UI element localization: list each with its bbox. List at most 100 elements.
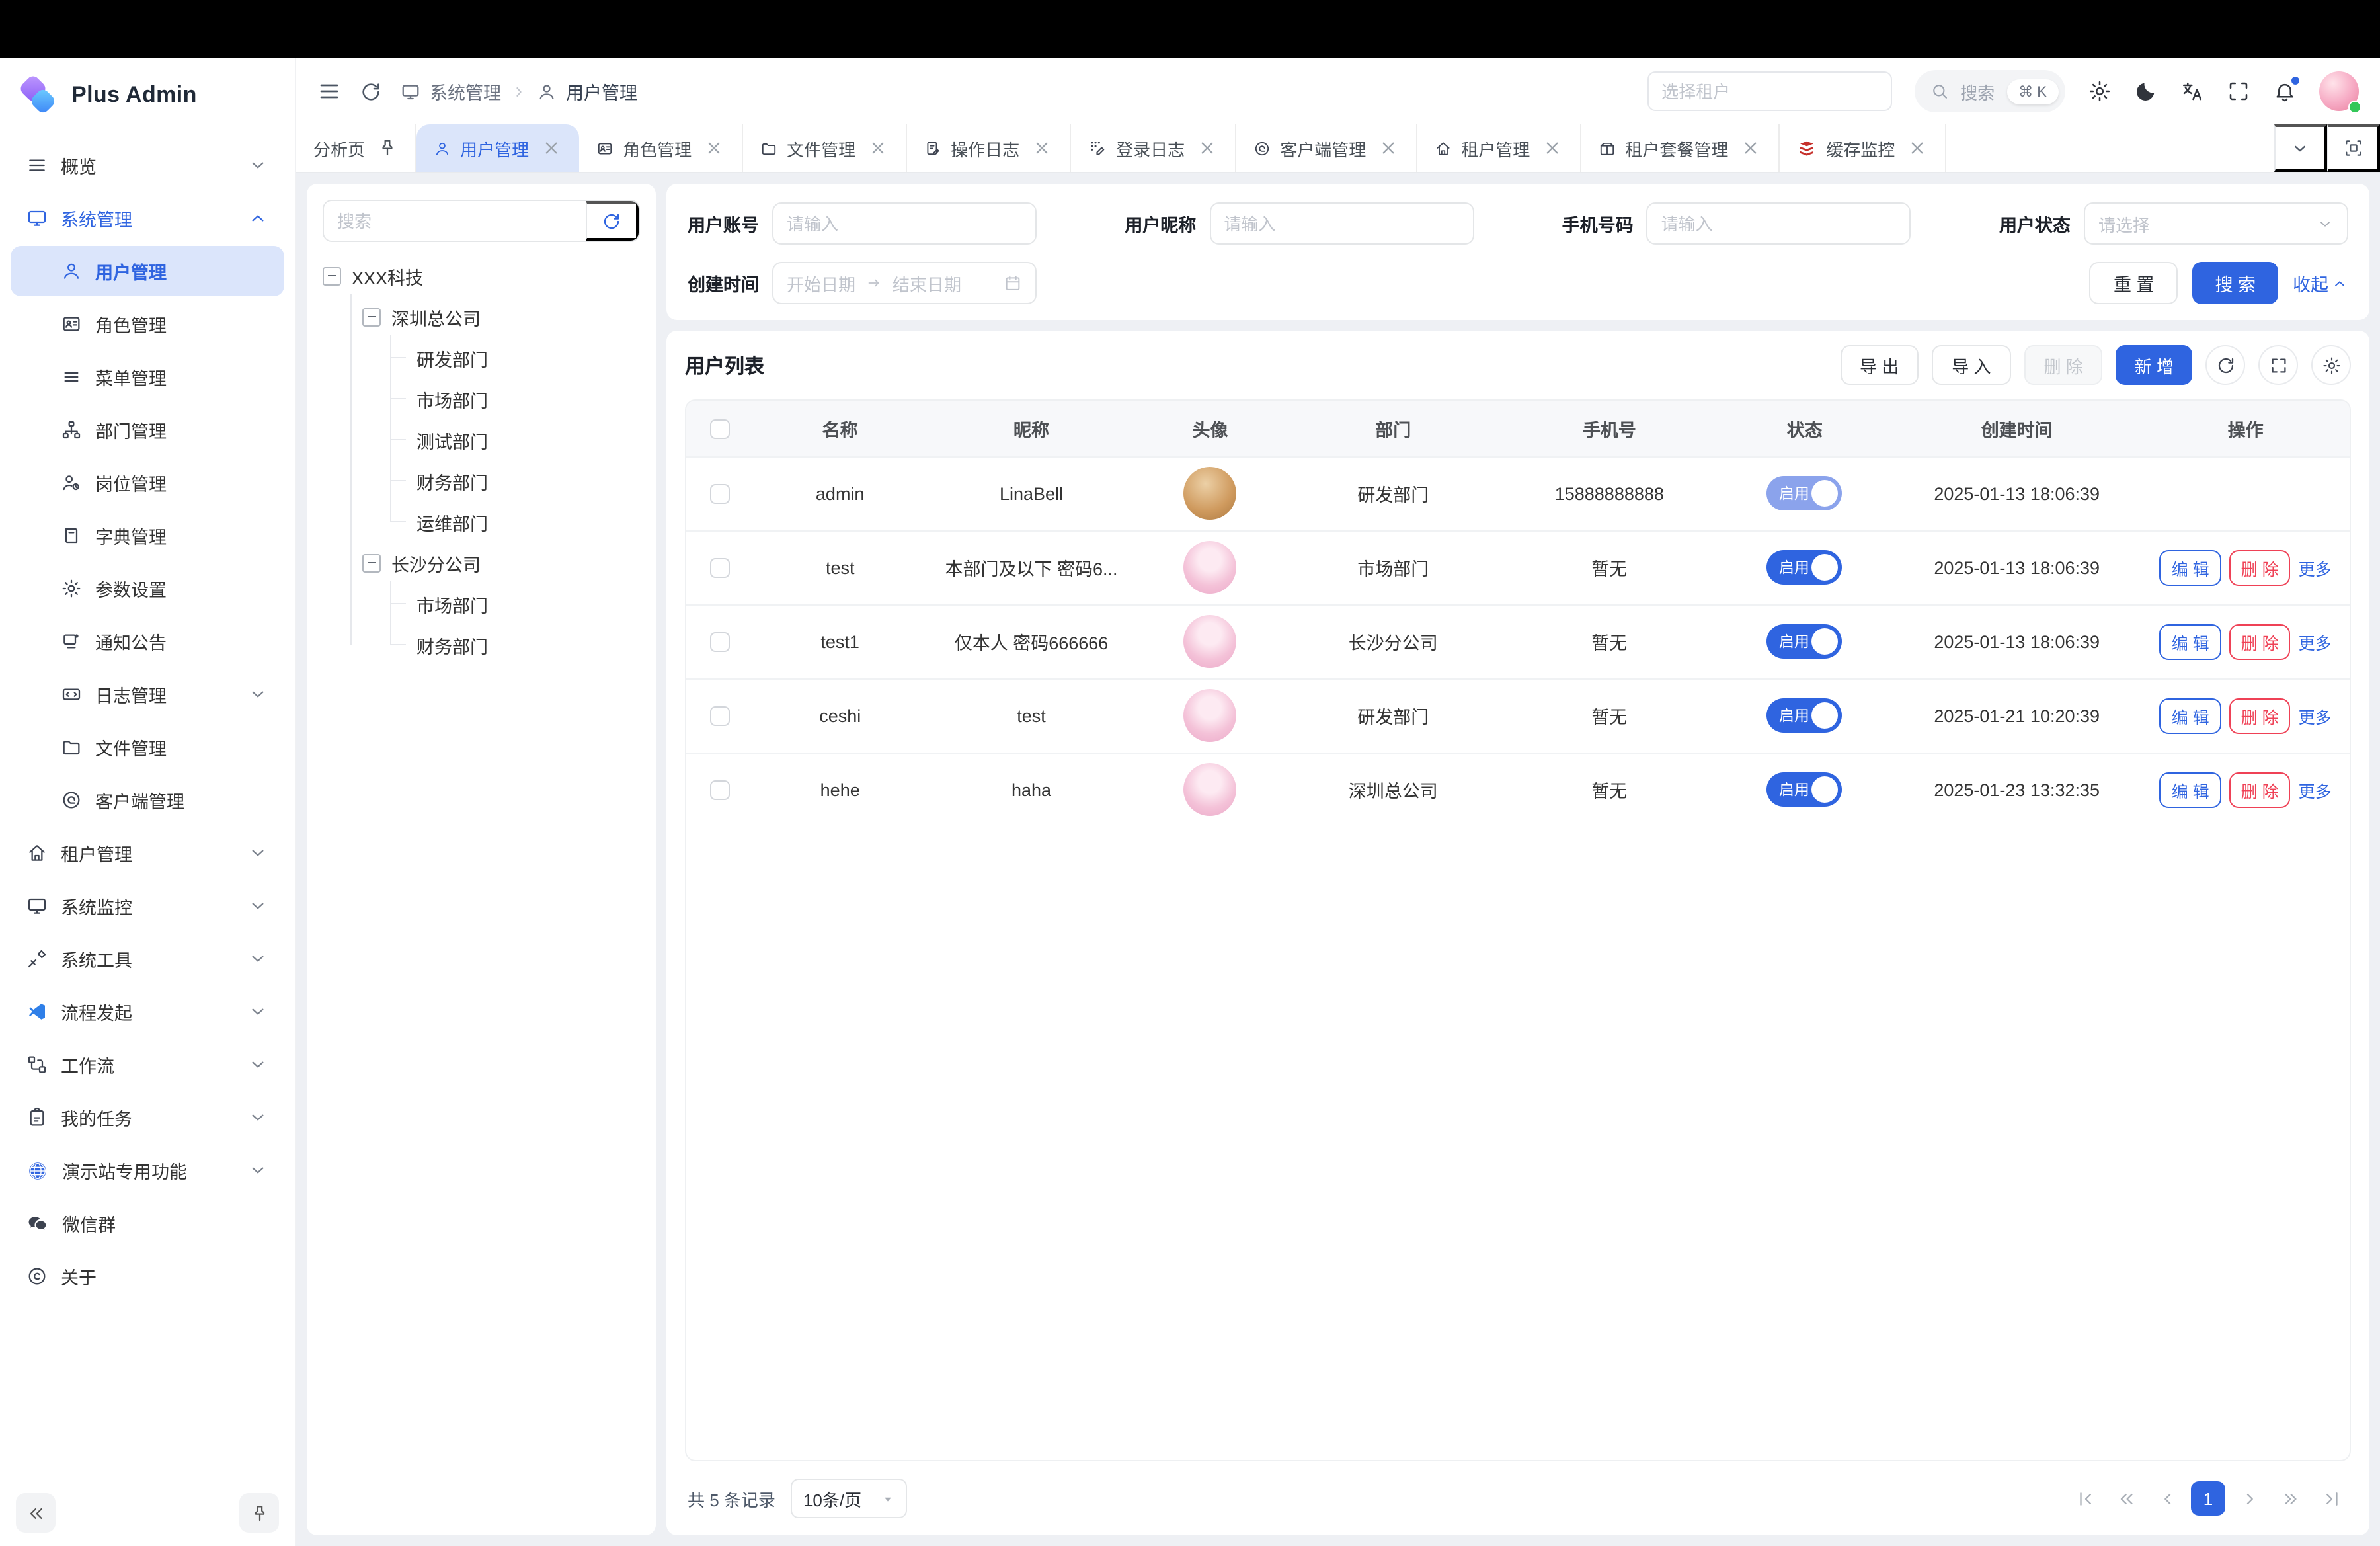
nickname-input[interactable] [1209, 202, 1474, 245]
tab-login-log[interactable]: 登录日志 [1071, 124, 1236, 172]
table-row[interactable]: hehe haha 深圳总公司 暂无 启用 2025-01-23 13:32:3… [686, 753, 2350, 827]
edit-button[interactable]: 编 辑 [2160, 624, 2221, 659]
date-range-picker[interactable]: 开始日期 结束日期 [772, 262, 1037, 304]
close-icon[interactable] [541, 138, 562, 159]
edit-button[interactable]: 编 辑 [2160, 772, 2221, 808]
tabs-dropdown-icon[interactable] [2274, 124, 2327, 172]
tree-node[interactable]: 测试部门 [402, 419, 640, 460]
more-button[interactable]: 更多 [2299, 703, 2332, 728]
tab-role-management[interactable]: 角色管理 [579, 124, 743, 172]
row-checkbox[interactable] [709, 780, 729, 800]
sidebar-item-dict-management[interactable]: 字典管理 [11, 510, 284, 561]
tab-tenant-management[interactable]: 租户管理 [1417, 124, 1581, 172]
breadcrumb-item[interactable]: 系统管理 [430, 78, 501, 104]
table-refresh-icon[interactable] [2205, 345, 2245, 385]
breadcrumb-item-current[interactable]: 用户管理 [566, 78, 637, 104]
tree-node[interactable]: 长沙分公司 [362, 542, 640, 583]
sidebar-item-about[interactable]: 关于 [11, 1251, 284, 1301]
settings-gear-icon[interactable] [2088, 79, 2112, 103]
dark-mode-moon-icon[interactable] [2134, 79, 2158, 103]
tab-analysis[interactable]: 分析页 [296, 124, 416, 172]
row-delete-button[interactable]: 删 除 [2229, 549, 2291, 585]
tree-node[interactable]: 财务部门 [402, 460, 640, 501]
sidebar-item-tenant-management[interactable]: 租户管理 [11, 828, 284, 878]
user-avatar[interactable] [2319, 71, 2359, 111]
pin-icon[interactable] [377, 138, 398, 159]
search-button[interactable]: 搜 索 [2192, 262, 2278, 304]
tab-file-management[interactable]: 文件管理 [743, 124, 907, 172]
brand[interactable]: Plus Admin [0, 58, 295, 132]
tab-operation-log[interactable]: 操作日志 [907, 124, 1071, 172]
row-delete-button[interactable]: 删 除 [2229, 624, 2291, 659]
sidebar-item-overview[interactable]: 概览 [11, 140, 284, 190]
sidebar-item-process-start[interactable]: 流程发起 [11, 987, 284, 1037]
close-icon[interactable] [1542, 138, 1563, 159]
table-row[interactable]: admin LinaBell 研发部门 15888888888 启用 2025-… [686, 456, 2350, 530]
row-checkbox[interactable] [709, 706, 729, 726]
collapse-filter-link[interactable]: 收起 [2293, 270, 2348, 296]
table-row[interactable]: ceshi test 研发部门 暂无 启用 2025-01-21 10:20:3… [686, 678, 2350, 753]
next-page-button[interactable] [2232, 1481, 2266, 1516]
status-toggle[interactable]: 启用 [1767, 624, 1843, 659]
delete-button[interactable]: 删 除 [2024, 345, 2103, 385]
close-icon[interactable] [1031, 138, 1052, 159]
language-translate-icon[interactable] [2180, 79, 2204, 103]
table-row[interactable]: test1 仅本人 密码666666 长沙分公司 暂无 启用 2025-01-1… [686, 604, 2350, 678]
tab-cache-monitor[interactable]: 缓存监控 [1780, 124, 1946, 172]
row-checkbox[interactable] [709, 484, 729, 504]
fullscreen-icon[interactable] [2227, 79, 2250, 103]
export-button[interactable]: 导 出 [1840, 345, 1919, 385]
select-all-checkbox[interactable] [709, 419, 729, 438]
sidebar-item-system-tools[interactable]: 系统工具 [11, 934, 284, 984]
sidebar-item-menu-management[interactable]: 菜单管理 [11, 352, 284, 402]
sidebar-item-log-management[interactable]: 日志管理 [11, 669, 284, 719]
hamburger-menu-icon[interactable] [317, 79, 341, 103]
sidebar-collapse-button[interactable] [16, 1493, 56, 1533]
sidebar-item-role-management[interactable]: 角色管理 [11, 299, 284, 349]
sidebar-item-system-monitor[interactable]: 系统监控 [11, 881, 284, 931]
table-settings-icon[interactable] [2311, 345, 2351, 385]
first-page-button[interactable] [2068, 1481, 2102, 1516]
sidebar-item-notice[interactable]: 通知公告 [11, 616, 284, 667]
tree-expander[interactable] [362, 307, 381, 326]
tab-client-management[interactable]: 客户端管理 [1236, 124, 1417, 172]
row-delete-button[interactable]: 删 除 [2229, 772, 2291, 808]
table-fullscreen-icon[interactable] [2258, 345, 2298, 385]
content-fullscreen-icon[interactable] [2327, 124, 2380, 172]
sidebar-item-dept-management[interactable]: 部门管理 [11, 405, 284, 455]
tree-node[interactable]: 研发部门 [402, 337, 640, 378]
close-icon[interactable] [1197, 138, 1218, 159]
sidebar-item-post-management[interactable]: 岗位管理 [11, 458, 284, 508]
close-icon[interactable] [1740, 138, 1761, 159]
tenant-select-input[interactable] [1647, 71, 1891, 111]
sidebar-item-user-management[interactable]: 用户管理 [11, 246, 284, 296]
row-checkbox[interactable] [709, 558, 729, 578]
add-button[interactable]: 新 增 [2116, 345, 2192, 385]
next-5-pages-button[interactable] [2273, 1481, 2307, 1516]
phone-input[interactable] [1647, 202, 1911, 245]
tree-node[interactable]: 运维部门 [402, 501, 640, 542]
sidebar-pin-button[interactable] [239, 1493, 279, 1533]
status-toggle[interactable]: 启用 [1767, 698, 1843, 733]
global-search-button[interactable]: 搜索 ⌘ K [1914, 70, 2065, 112]
sidebar-item-file-management[interactable]: 文件管理 [11, 722, 284, 772]
tree-search-input[interactable] [324, 201, 586, 241]
page-size-select[interactable]: 10条/页 [791, 1479, 908, 1518]
last-page-button[interactable] [2314, 1481, 2348, 1516]
prev-page-button[interactable] [2150, 1481, 2184, 1516]
sidebar-item-workflow[interactable]: 工作流 [11, 1039, 284, 1090]
account-input[interactable] [772, 202, 1037, 245]
sidebar-item-my-tasks[interactable]: 我的任务 [11, 1092, 284, 1143]
close-icon[interactable] [703, 138, 725, 159]
tree-node[interactable]: XXX科技 [323, 255, 640, 296]
sidebar-item-demo-features[interactable]: 演示站专用功能 [11, 1145, 284, 1196]
close-icon[interactable] [867, 138, 889, 159]
status-toggle[interactable]: 启用 [1767, 773, 1843, 807]
status-toggle[interactable]: 启用 [1767, 476, 1843, 510]
more-button[interactable]: 更多 [2299, 555, 2332, 580]
notification-bell-icon[interactable] [2273, 79, 2297, 103]
close-icon[interactable] [1378, 138, 1399, 159]
row-delete-button[interactable]: 删 除 [2229, 698, 2291, 733]
tab-user-management[interactable]: 用户管理 [416, 124, 579, 172]
import-button[interactable]: 导 入 [1932, 345, 2010, 385]
